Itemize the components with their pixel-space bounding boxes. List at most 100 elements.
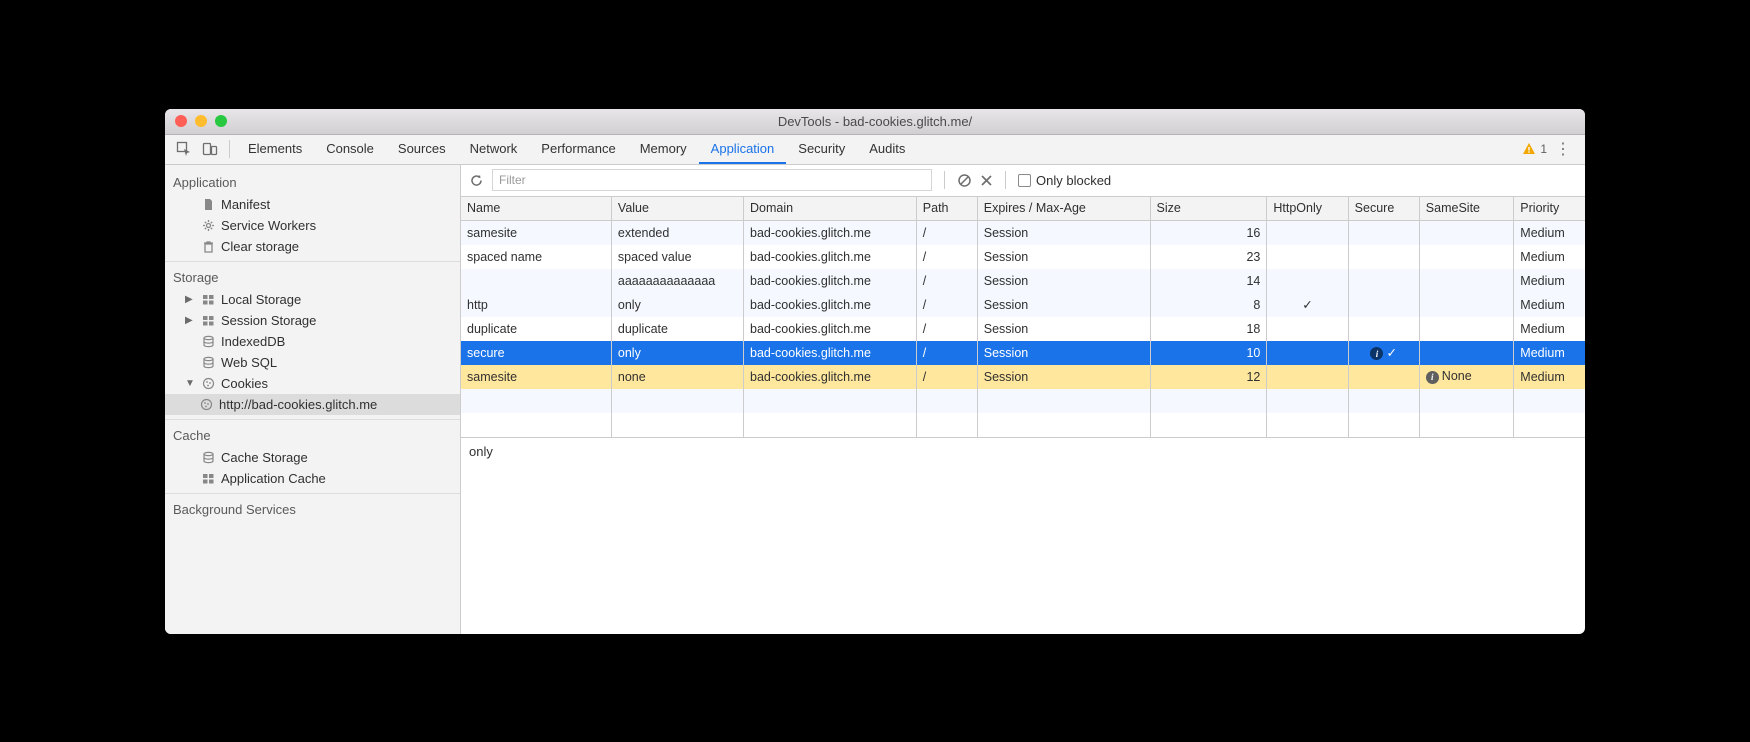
- sidebar-heading: Storage: [165, 266, 460, 289]
- sidebar-heading: Cache: [165, 424, 460, 447]
- table-cell: [1514, 413, 1585, 437]
- table-cell: Medium: [1514, 245, 1585, 269]
- table-row[interactable]: samesitenonebad-cookies.glitch.me/Sessio…: [461, 365, 1585, 389]
- table-row[interactable]: duplicateduplicatebad-cookies.glitch.me/…: [461, 317, 1585, 341]
- sidebar-item-application-cache[interactable]: Application Cache: [165, 468, 460, 489]
- table-cell: [1419, 269, 1514, 293]
- tab-memory[interactable]: Memory: [628, 134, 699, 164]
- warning-badge[interactable]: 1: [1522, 142, 1547, 156]
- table-row[interactable]: secureonlybad-cookies.glitch.me/Session1…: [461, 341, 1585, 365]
- sidebar-item-session-storage[interactable]: ▶Session Storage: [165, 310, 460, 331]
- table-cell: [1267, 413, 1348, 437]
- table-cell: [1348, 221, 1419, 245]
- table-cell: Session: [977, 269, 1150, 293]
- table-cell: /: [916, 317, 977, 341]
- column-header[interactable]: Priority: [1514, 197, 1585, 221]
- devtools-window: DevTools - bad-cookies.glitch.me/ Elemen…: [165, 109, 1585, 634]
- sidebar-item-web-sql[interactable]: Web SQL: [165, 352, 460, 373]
- table-cell: duplicate: [461, 317, 611, 341]
- table-cell: Session: [977, 365, 1150, 389]
- table-cell: Session: [977, 341, 1150, 365]
- sidebar-item-label: Clear storage: [221, 239, 299, 254]
- column-header[interactable]: SameSite: [1419, 197, 1514, 221]
- delete-selected-icon[interactable]: [980, 174, 993, 187]
- more-options-icon[interactable]: ⋮: [1555, 139, 1571, 159]
- grid-icon: [201, 471, 215, 485]
- warning-count: 1: [1540, 142, 1547, 156]
- sidebar-item-manifest[interactable]: Manifest: [165, 194, 460, 215]
- table-cell: [1267, 245, 1348, 269]
- sidebar: ApplicationManifestService WorkersClear …: [165, 165, 461, 634]
- table-cell: Medium: [1514, 221, 1585, 245]
- sidebar-heading: Background Services: [165, 498, 460, 521]
- tab-security[interactable]: Security: [786, 134, 857, 164]
- tab-network[interactable]: Network: [458, 134, 530, 164]
- table-row[interactable]: samesiteextendedbad-cookies.glitch.me/Se…: [461, 221, 1585, 245]
- table-cell: /: [916, 245, 977, 269]
- table-cell: [1348, 245, 1419, 269]
- table-cell: bad-cookies.glitch.me: [744, 341, 917, 365]
- table-row[interactable]: aaaaaaaaaaaaaabad-cookies.glitch.me/Sess…: [461, 269, 1585, 293]
- table-cell: 10: [1150, 341, 1267, 365]
- table-cell: [1150, 389, 1267, 413]
- window-title: DevTools - bad-cookies.glitch.me/: [165, 114, 1585, 129]
- table-cell: [1514, 389, 1585, 413]
- table-cell: samesite: [461, 221, 611, 245]
- table-cell: Session: [977, 221, 1150, 245]
- clear-all-icon[interactable]: [957, 173, 972, 188]
- table-cell: [461, 389, 611, 413]
- table-cell: iNone: [1419, 365, 1514, 389]
- table-cell: bad-cookies.glitch.me: [744, 269, 917, 293]
- table-row[interactable]: httponlybad-cookies.glitch.me/Session8✓M…: [461, 293, 1585, 317]
- table-row-empty: [461, 389, 1585, 413]
- column-header[interactable]: Path: [916, 197, 977, 221]
- table-cell: bad-cookies.glitch.me: [744, 317, 917, 341]
- column-header[interactable]: Size: [1150, 197, 1267, 221]
- table-cell: [1267, 317, 1348, 341]
- tab-elements[interactable]: Elements: [236, 134, 314, 164]
- table-cell: /: [916, 365, 977, 389]
- detail-value: only: [469, 444, 493, 459]
- table-cell: /: [916, 221, 977, 245]
- table-cell: aaaaaaaaaaaaaa: [611, 269, 743, 293]
- sidebar-item-local-storage[interactable]: ▶Local Storage: [165, 289, 460, 310]
- table-cell: ✓: [1267, 293, 1348, 317]
- checkbox-icon: [1018, 174, 1031, 187]
- table-cell: spaced name: [461, 245, 611, 269]
- inspect-element-icon[interactable]: [171, 136, 197, 162]
- sidebar-item-cookie-origin[interactable]: http://bad-cookies.glitch.me: [165, 394, 460, 415]
- table-cell: samesite: [461, 365, 611, 389]
- column-header[interactable]: Expires / Max-Age: [977, 197, 1150, 221]
- column-header[interactable]: Domain: [744, 197, 917, 221]
- refresh-icon[interactable]: [469, 173, 484, 188]
- table-cell: [1348, 389, 1419, 413]
- sidebar-item-label: http://bad-cookies.glitch.me: [219, 397, 377, 412]
- table-cell: extended: [611, 221, 743, 245]
- tab-console[interactable]: Console: [314, 134, 386, 164]
- only-blocked-toggle[interactable]: Only blocked: [1018, 173, 1111, 188]
- table-cell: [744, 389, 917, 413]
- column-header[interactable]: Secure: [1348, 197, 1419, 221]
- sidebar-item-service-workers[interactable]: Service Workers: [165, 215, 460, 236]
- sidebar-item-cache-storage[interactable]: Cache Storage: [165, 447, 460, 468]
- column-header[interactable]: Value: [611, 197, 743, 221]
- tab-performance[interactable]: Performance: [529, 134, 627, 164]
- sidebar-item-label: Cookies: [221, 376, 268, 391]
- column-header[interactable]: HttpOnly: [1267, 197, 1348, 221]
- filter-input[interactable]: [492, 169, 932, 191]
- table-cell: Session: [977, 245, 1150, 269]
- device-toolbar-icon[interactable]: [197, 136, 223, 162]
- sidebar-item-clear-storage[interactable]: Clear storage: [165, 236, 460, 257]
- table-cell: Session: [977, 293, 1150, 317]
- table-cell: [1419, 245, 1514, 269]
- sidebar-item-cookies[interactable]: ▼Cookies: [165, 373, 460, 394]
- table-cell: only: [611, 293, 743, 317]
- tab-audits[interactable]: Audits: [857, 134, 917, 164]
- column-header[interactable]: Name: [461, 197, 611, 221]
- sidebar-item-indexeddb[interactable]: IndexedDB: [165, 331, 460, 352]
- table-cell: [1419, 293, 1514, 317]
- tab-application[interactable]: Application: [699, 134, 787, 164]
- tab-sources[interactable]: Sources: [386, 134, 458, 164]
- db-icon: [201, 450, 215, 464]
- table-row[interactable]: spaced namespaced valuebad-cookies.glitc…: [461, 245, 1585, 269]
